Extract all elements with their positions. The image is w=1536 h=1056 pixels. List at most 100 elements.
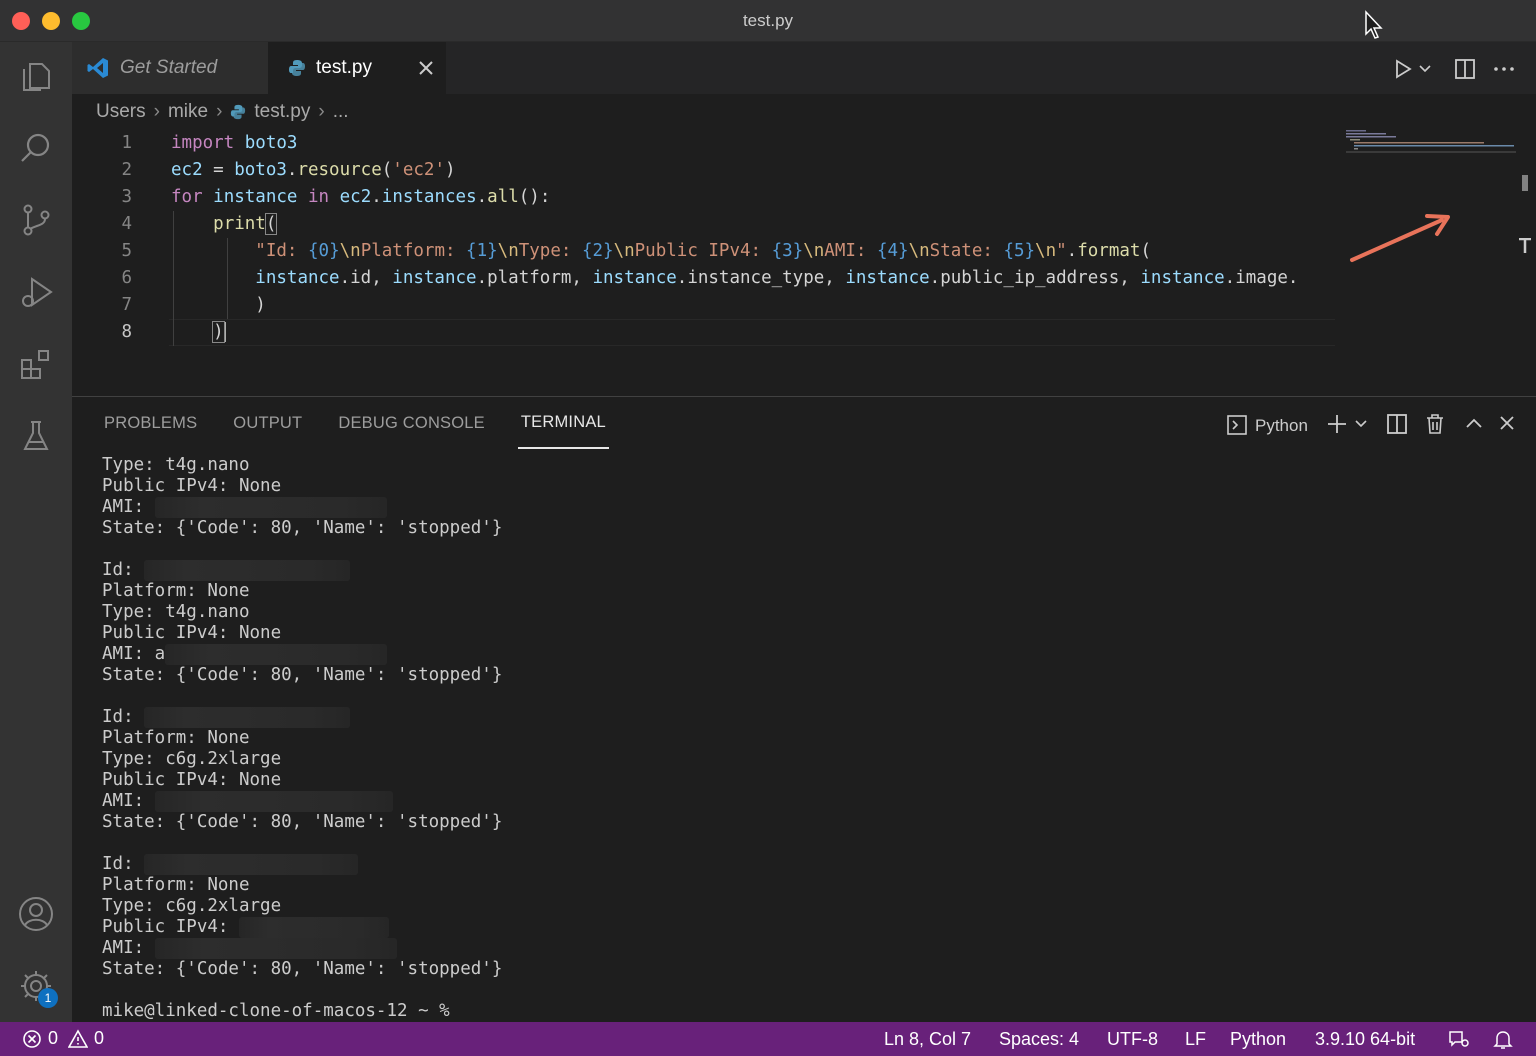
terminal-text: Platform: None [102, 581, 250, 601]
token: {5} [1003, 241, 1036, 261]
run-and-debug-icon[interactable] [16, 272, 56, 312]
code-line-1: import boto3 [171, 130, 1421, 157]
terminal-text: Public IPv4: None [102, 770, 282, 790]
token: \n [497, 241, 519, 261]
kill-terminal-trash-icon[interactable] [1424, 413, 1446, 435]
cursor-position[interactable]: Ln 8, Col 7 [884, 1029, 971, 1050]
code-line-4: print( [171, 211, 1421, 238]
token: .id, [339, 268, 393, 288]
terminal-line: State: {'Code': 80, 'Name': 'stopped'} [102, 665, 502, 686]
token: = [202, 160, 235, 180]
run-python-file-icon[interactable] [1392, 58, 1414, 80]
token: {3} [771, 241, 804, 261]
tab-get-started[interactable]: Get Started [72, 42, 268, 94]
eol-status[interactable]: LF [1185, 1029, 1206, 1050]
editor-tab-bar: Get Started test.py [72, 42, 1536, 94]
tab-problems[interactable]: PROBLEMS [104, 397, 197, 449]
line-number: 5 [121, 241, 132, 261]
terminal-output[interactable]: Type: t4g.nano Public IPv4: None AMI: St… [102, 455, 502, 1022]
run-options-chevron-icon[interactable] [1418, 64, 1432, 74]
split-editor-icon[interactable] [1454, 58, 1476, 80]
line-number-gutter: 1 2 3 4 5 6 7 8 [72, 130, 142, 346]
breadcrumb-symbol[interactable]: ... [333, 101, 349, 123]
extensions-icon[interactable] [16, 344, 56, 384]
terminal-text: State: {'Code': 80, 'Name': 'stopped'} [102, 665, 503, 685]
token: \n [1035, 241, 1057, 261]
token: Id: [265, 241, 308, 261]
code-line-6: instance.id, instance.platform, instance… [171, 265, 1421, 292]
token: instance [1140, 268, 1225, 288]
close-tab-icon[interactable] [416, 58, 436, 78]
line-number: 4 [121, 214, 132, 234]
minimap[interactable] [1346, 130, 1518, 160]
token: ( [264, 213, 278, 235]
code-line-2: ec2 = boto3.resource('ec2') [171, 157, 1421, 184]
terminal-text: AMI: [102, 791, 155, 811]
terminal-line: Id: [102, 854, 502, 875]
line-number: 3 [121, 187, 132, 207]
activity-bar: 1 [0, 42, 72, 1022]
terminal-text: Id: [102, 707, 145, 727]
token: instance [845, 268, 930, 288]
source-control-icon[interactable] [16, 200, 56, 240]
terminal-text: Platform: None [102, 728, 250, 748]
explorer-icon[interactable] [16, 56, 56, 96]
token: \n [908, 241, 930, 261]
token: State: [929, 241, 1004, 261]
tab-output[interactable]: OUTPUT [233, 397, 302, 449]
redacted-value [144, 854, 359, 875]
breadcrumb-file[interactable]: test.py [254, 101, 310, 123]
terminal-line: Public IPv4: None [102, 476, 502, 497]
code-line-5: "Id: {0}\nPlatform: {1}\nType: {2}\nPubl… [171, 238, 1421, 265]
more-actions-icon[interactable] [1492, 58, 1516, 80]
token: print [213, 214, 266, 234]
tab-debug-console[interactable]: DEBUG CONSOLE [338, 397, 485, 449]
language-mode[interactable]: Python [1230, 1029, 1286, 1050]
terminal-text: Public IPv4: None [102, 476, 282, 496]
breadcrumb-mike[interactable]: mike [168, 101, 208, 123]
accounts-icon[interactable] [16, 894, 56, 934]
token: " [1056, 241, 1067, 261]
chevron-right-icon: › [216, 101, 223, 122]
terminal-text: State: {'Code': 80, 'Name': 'stopped'} [102, 518, 503, 538]
search-icon[interactable] [16, 128, 56, 168]
testing-icon[interactable] [16, 416, 56, 456]
encoding-status[interactable]: UTF-8 [1107, 1029, 1158, 1050]
feedback-icon[interactable] [1448, 1030, 1470, 1050]
line-number: 2 [121, 160, 132, 180]
python-file-icon [289, 60, 305, 76]
terminal-line: Platform: None [102, 728, 502, 749]
indentation-status[interactable]: Spaces: 4 [999, 1029, 1079, 1050]
redacted-value [154, 938, 397, 959]
chevron-right-icon: › [153, 101, 160, 122]
token: ( [381, 160, 393, 180]
code-line-8: ) [171, 319, 1421, 346]
terminal-text: Type: t4g.nano [102, 455, 250, 475]
terminal-text: Type: c6g.2xlarge [102, 896, 282, 916]
title-bar: test.py [0, 0, 1536, 42]
notifications-bell-icon[interactable] [1493, 1029, 1513, 1051]
breadcrumb-users[interactable]: Users [96, 101, 146, 123]
tab-test-py[interactable]: test.py [268, 42, 446, 94]
editor-scrollbar[interactable] [1522, 175, 1528, 191]
problems-status[interactable]: 0 0 [22, 1028, 104, 1049]
close-panel-icon[interactable] [1498, 414, 1516, 432]
terminal-line: Id: [102, 560, 502, 581]
tab-terminal[interactable]: TERMINAL [517, 397, 609, 449]
terminal-text: Platform: None [102, 875, 250, 895]
terminal-dropdown-chevron-icon[interactable] [1354, 419, 1368, 429]
split-terminal-icon[interactable] [1386, 413, 1408, 435]
error-count: 0 [48, 1028, 59, 1048]
python-interpreter[interactable]: 3.9.10 64-bit [1315, 1029, 1415, 1050]
code-editor[interactable]: 1 2 3 4 5 6 7 8 import boto3 ec2 = boto3… [72, 130, 1536, 396]
token: {4} [876, 241, 909, 261]
new-terminal-plus-icon[interactable] [1326, 413, 1348, 435]
terminal-text: Type: t4g.nano [102, 602, 250, 622]
terminal-line: Type: t4g.nano [102, 602, 502, 623]
token: import [171, 133, 235, 153]
token: format [1077, 241, 1141, 261]
maximize-panel-chevron-up-icon[interactable] [1464, 415, 1484, 431]
terminal-selector[interactable]: Python [1255, 416, 1308, 436]
redacted-value [154, 497, 387, 518]
tab-label: Get Started [120, 57, 218, 78]
